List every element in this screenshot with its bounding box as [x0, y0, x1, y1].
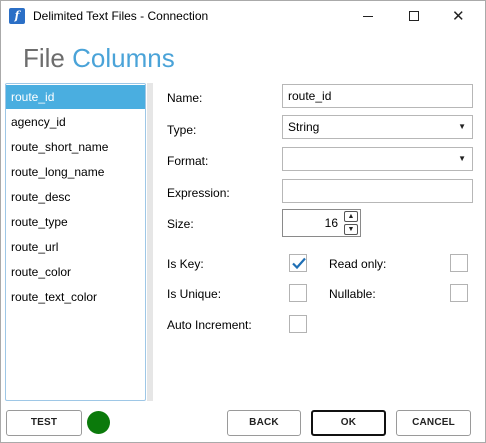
ok-button[interactable]: OK	[311, 410, 386, 436]
list-item[interactable]: route_color	[6, 260, 145, 284]
title-bar: f Delimited Text Files - Connection ✕	[1, 1, 485, 32]
auto-increment-checkbox[interactable]	[289, 315, 307, 333]
connection-status-icon	[87, 411, 110, 434]
back-button[interactable]: BACK	[227, 410, 301, 436]
read-only-label: Read only:	[329, 257, 387, 271]
column-list[interactable]: route_id agency_id route_short_name rout…	[5, 83, 146, 401]
list-item[interactable]: route_text_color	[6, 285, 145, 309]
close-button[interactable]: ✕	[437, 1, 483, 32]
test-button[interactable]: TEST	[6, 410, 82, 436]
chevron-down-icon[interactable]: ▼	[344, 224, 358, 235]
window-title: Delimited Text Files - Connection	[33, 9, 209, 23]
is-key-label: Is Key:	[167, 257, 204, 271]
format-dropdown[interactable]: ▼	[282, 147, 473, 171]
list-item[interactable]: route_type	[6, 210, 145, 234]
chevron-down-icon: ▼	[458, 154, 466, 163]
minimize-button[interactable]	[345, 1, 391, 32]
list-item[interactable]: agency_id	[6, 110, 145, 134]
size-value: 16	[324, 216, 338, 230]
expression-label: Expression:	[167, 186, 230, 200]
auto-increment-label: Auto Increment:	[167, 318, 252, 332]
is-unique-label: Is Unique:	[167, 287, 222, 301]
page-title: File Columns	[23, 43, 175, 74]
is-key-checkbox[interactable]	[289, 254, 307, 272]
name-label: Name:	[167, 91, 203, 105]
type-dropdown[interactable]: String ▼	[282, 115, 473, 139]
nullable-label: Nullable:	[329, 287, 376, 301]
list-item[interactable]: route_short_name	[6, 135, 145, 159]
connection-window: f Delimited Text Files - Connection ✕ Fi…	[0, 0, 486, 443]
maximize-button[interactable]	[391, 1, 437, 32]
chevron-down-icon: ▼	[458, 122, 466, 131]
size-label: Size:	[167, 217, 194, 231]
list-item[interactable]: route_desc	[6, 185, 145, 209]
chevron-up-icon[interactable]: ▲	[344, 211, 358, 222]
list-item[interactable]: route_url	[6, 235, 145, 259]
cancel-button[interactable]: CANCEL	[396, 410, 471, 436]
close-icon: ✕	[452, 7, 465, 25]
page-title-columns: Columns	[72, 43, 175, 73]
minimize-icon	[363, 16, 373, 17]
app-icon: f	[9, 8, 25, 24]
format-label: Format:	[167, 154, 209, 168]
nullable-checkbox[interactable]	[450, 284, 468, 302]
list-item[interactable]: route_long_name	[6, 160, 145, 184]
type-label: Type:	[167, 123, 197, 137]
page-title-file: File	[23, 43, 65, 73]
list-scrollbar[interactable]	[147, 83, 153, 401]
read-only-checkbox[interactable]	[450, 254, 468, 272]
expression-field[interactable]	[282, 179, 473, 203]
type-value: String	[288, 120, 320, 134]
size-stepper[interactable]: 16 ▲ ▼	[282, 209, 361, 237]
list-item[interactable]: route_id	[6, 85, 145, 109]
checkmark-icon	[292, 257, 306, 270]
maximize-icon	[409, 11, 419, 21]
is-unique-checkbox[interactable]	[289, 284, 307, 302]
name-field[interactable]: route_id	[282, 84, 473, 108]
